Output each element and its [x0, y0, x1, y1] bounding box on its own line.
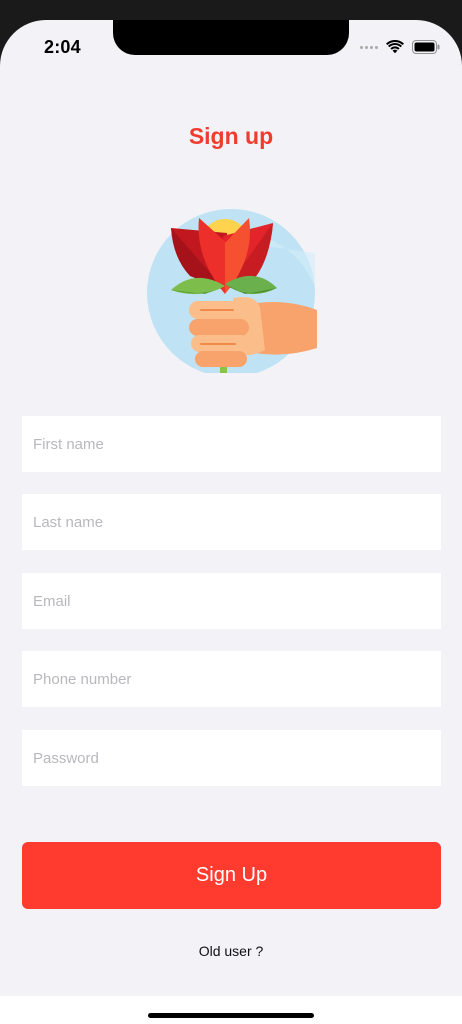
email-input[interactable] [22, 573, 441, 629]
phone-number-input[interactable] [22, 651, 441, 707]
device-frame: 2:04 Sign up First name Last name Email … [0, 0, 462, 1024]
cellular-dots-icon [360, 45, 378, 49]
bottom-bar [0, 996, 462, 1024]
home-indicator[interactable] [148, 1013, 314, 1018]
status-icons [360, 39, 440, 55]
first-name-input[interactable] [22, 416, 441, 472]
device-notch [113, 20, 349, 55]
hand-holding-flower-icon [147, 209, 317, 373]
wifi-icon [386, 40, 404, 54]
battery-icon [412, 40, 440, 54]
app-screen: 2:04 Sign up First name Last name Email … [0, 20, 462, 1024]
sign-up-button[interactable]: Sign Up [22, 842, 441, 909]
page-title: Sign up [188, 123, 274, 149]
status-time: 2:04 [44, 37, 81, 57]
old-user-link[interactable]: Old user ? [0, 943, 462, 959]
password-input[interactable] [22, 730, 441, 786]
last-name-input[interactable] [22, 494, 441, 550]
